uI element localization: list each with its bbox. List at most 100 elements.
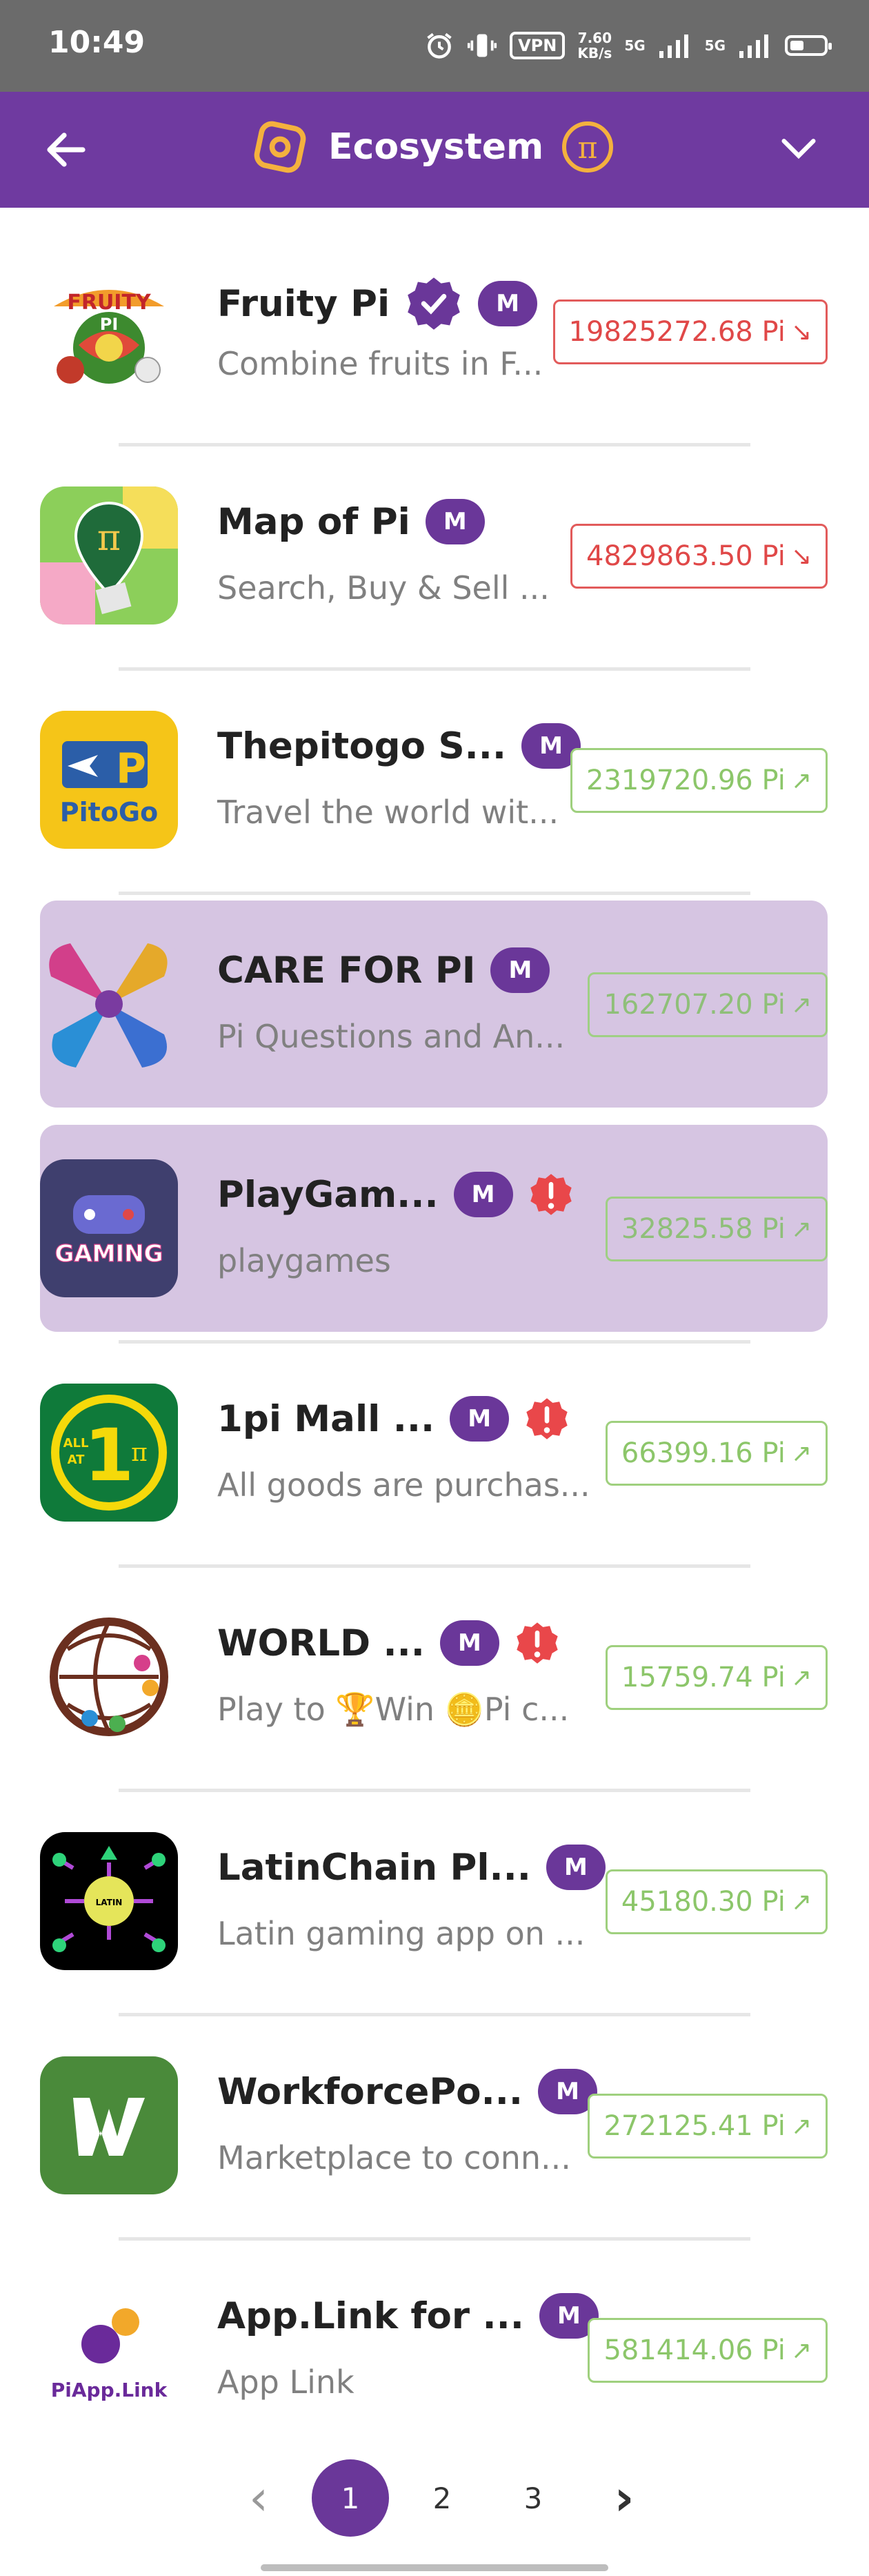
m-badge: M: [425, 499, 485, 544]
app-description: Marketplace to conn...: [217, 2139, 571, 2176]
header-center: Ecosystem π: [248, 112, 615, 181]
app-description: Play to 🏆Win 🪙Pi c...: [217, 1691, 570, 1728]
list-divider: [119, 667, 750, 671]
app-list-item[interactable]: WORLD ... M Play to 🏆Win 🪙Pi c... 15759.…: [40, 1573, 828, 1780]
app-name-row: Thepitogo S... M: [217, 723, 581, 769]
app-name: WORLD ...: [217, 1622, 425, 1664]
app-name-row: PlayGam... M: [217, 1172, 574, 1217]
app-description: App Link: [217, 2363, 354, 2401]
svg-text:π: π: [578, 130, 598, 166]
network-speed: 7.60 KB/s: [577, 30, 612, 61]
status-bar: 10:49 VPN 7.60 KB/s 5G 5G: [0, 0, 869, 92]
page-1-button[interactable]: 1: [312, 2459, 389, 2537]
app-list-item[interactable]: CARE FOR PI M Pi Questions and An... 162…: [40, 901, 828, 1108]
trend-down-icon: ↘: [790, 317, 812, 346]
app-list-item[interactable]: GAMING PlayGam... M playgames 32825.58 P…: [40, 1125, 828, 1332]
app-name: WorkforcePo...: [217, 2070, 523, 2113]
app-name: Map of Pi: [217, 500, 410, 543]
next-page-button[interactable]: ›: [586, 2470, 662, 2526]
app-price-tag: 162707.20 Pi ↗: [588, 972, 828, 1037]
app-name: Fruity Pi: [217, 282, 390, 325]
app-price: 19825272.68 Pi: [568, 316, 786, 348]
trend-up-icon: ↗: [790, 766, 812, 795]
svg-text:1: 1: [84, 1413, 134, 1497]
app-list-item[interactable]: π Map of Pi M Search, Buy & Sell ... 482…: [40, 452, 828, 659]
pitogo-logo-text: PitoGo: [60, 797, 158, 827]
app-name: CARE FOR PI: [217, 949, 476, 992]
app-price-tag: 66399.16 Pi ↗: [605, 1421, 828, 1486]
page-3-button[interactable]: 3: [495, 2481, 571, 2515]
trend-up-icon: ↗: [790, 1663, 812, 1692]
app-description: Combine fruits in F...: [217, 345, 543, 382]
signal-label-1: 5G: [624, 37, 646, 54]
svg-text:π: π: [131, 1439, 148, 1467]
hands-logo: [40, 935, 178, 1073]
app-description: Latin gaming app on ...: [217, 1915, 586, 1952]
app-list-item[interactable]: FRUITY PI Fruity Pi M Combine fruits in F…: [40, 228, 828, 435]
signal-bars-icon: [659, 35, 688, 58]
app-name-row: LatinChain Pl... M: [217, 1845, 606, 1890]
warning-icon: [530, 1174, 572, 1215]
ecosystem-icon: [254, 121, 306, 173]
app-description: playgames: [217, 1242, 391, 1279]
app-price-tag: 45180.30 Pi ↗: [605, 1869, 828, 1934]
1pi-mall-logo: 1 ALL AT π: [40, 1384, 178, 1522]
app-list-item[interactable]: 1 ALL AT π 1pi Mall ... M All goods are pur…: [40, 1349, 828, 1556]
list-divider: [119, 1564, 750, 1568]
app-name: 1pi Mall ...: [217, 1397, 435, 1440]
trend-up-icon: ↗: [790, 2336, 812, 2365]
trend-up-icon: ↗: [790, 1439, 812, 1468]
m-badge: M: [490, 947, 550, 993]
speed-value: 7.60: [577, 30, 612, 46]
app-list-item[interactable]: PiApp.Link App.Link for ... M App Link 5…: [40, 2246, 828, 2453]
app-name: LatinChain Pl...: [217, 1846, 531, 1889]
gaming-logo: GAMING: [40, 1159, 178, 1297]
status-time: 10:49: [48, 25, 146, 60]
m-badge: M: [453, 1172, 513, 1217]
world-globe-logo: [40, 1608, 178, 1746]
app-price: 66399.16 Pi: [621, 1437, 786, 1469]
app-price-tag: 272125.41 Pi ↗: [588, 2094, 828, 2159]
chevron-down-icon[interactable]: [777, 126, 821, 170]
fruity-pi-logo: FRUITY PI: [40, 262, 178, 400]
app-price-tag: 32825.58 Pi ↗: [605, 1197, 828, 1261]
back-arrow-icon[interactable]: [41, 125, 91, 175]
app-price-tag: 19825272.68 Pi ↘: [552, 299, 828, 364]
app-description: Travel the world wit...: [217, 794, 559, 831]
page-2-button[interactable]: 2: [404, 2481, 480, 2515]
app-name-row: Fruity Pi M: [217, 275, 538, 333]
svg-text:GAMING: GAMING: [54, 1240, 163, 1268]
warning-icon: [517, 1622, 558, 1664]
app-price-tag: 15759.74 Pi ↗: [605, 1645, 828, 1710]
app-price-tag: 4829863.50 Pi ↘: [570, 524, 828, 589]
workforce-w-logo: [40, 2056, 178, 2194]
app-name-row: 1pi Mall ... M: [217, 1396, 570, 1442]
app-list-item[interactable]: P PitoGo Thepitogo S... M Travel the worl…: [40, 676, 828, 883]
vibrate-icon: [468, 34, 497, 57]
app-description: All goods are purchas...: [217, 1466, 590, 1504]
pagination: ‹ 1 2 3 ›: [221, 2457, 662, 2539]
app-price: 45180.30 Pi: [621, 1886, 786, 1918]
app-price: 2319720.96 Pi: [586, 765, 786, 796]
m-badge: M: [439, 1620, 499, 1666]
alarm-icon: [427, 32, 452, 59]
page-title: Ecosystem: [328, 126, 544, 168]
app-price: 272125.41 Pi: [603, 2110, 786, 2142]
app-name-row: WorkforcePo... M: [217, 2069, 597, 2114]
app-name-row: CARE FOR PI M: [217, 947, 550, 993]
pi-coin-icon: π: [562, 121, 614, 173]
app-price: 32825.58 Pi: [621, 1213, 786, 1245]
prev-page-button[interactable]: ‹: [221, 2470, 297, 2526]
trend-down-icon: ↘: [790, 542, 812, 571]
app-name: App.Link for ...: [217, 2294, 524, 2337]
m-badge: M: [546, 1845, 606, 1890]
svg-text:PI: PI: [100, 315, 119, 334]
app-price: 15759.74 Pi: [621, 1662, 786, 1693]
app-name: Thepitogo S...: [217, 725, 507, 767]
app-list-item[interactable]: LATIN LatinChain Pl... M Latin gaming ap…: [40, 1798, 828, 2005]
app-list-item[interactable]: WorkforcePo... M Marketplace to conn... …: [40, 2022, 828, 2229]
app-name-row: WORLD ... M: [217, 1620, 560, 1666]
app-price-tag: 2319720.96 Pi ↗: [570, 748, 828, 813]
battery-icon: [785, 35, 832, 56]
app-price-tag: 581414.06 Pi ↗: [588, 2318, 828, 2383]
